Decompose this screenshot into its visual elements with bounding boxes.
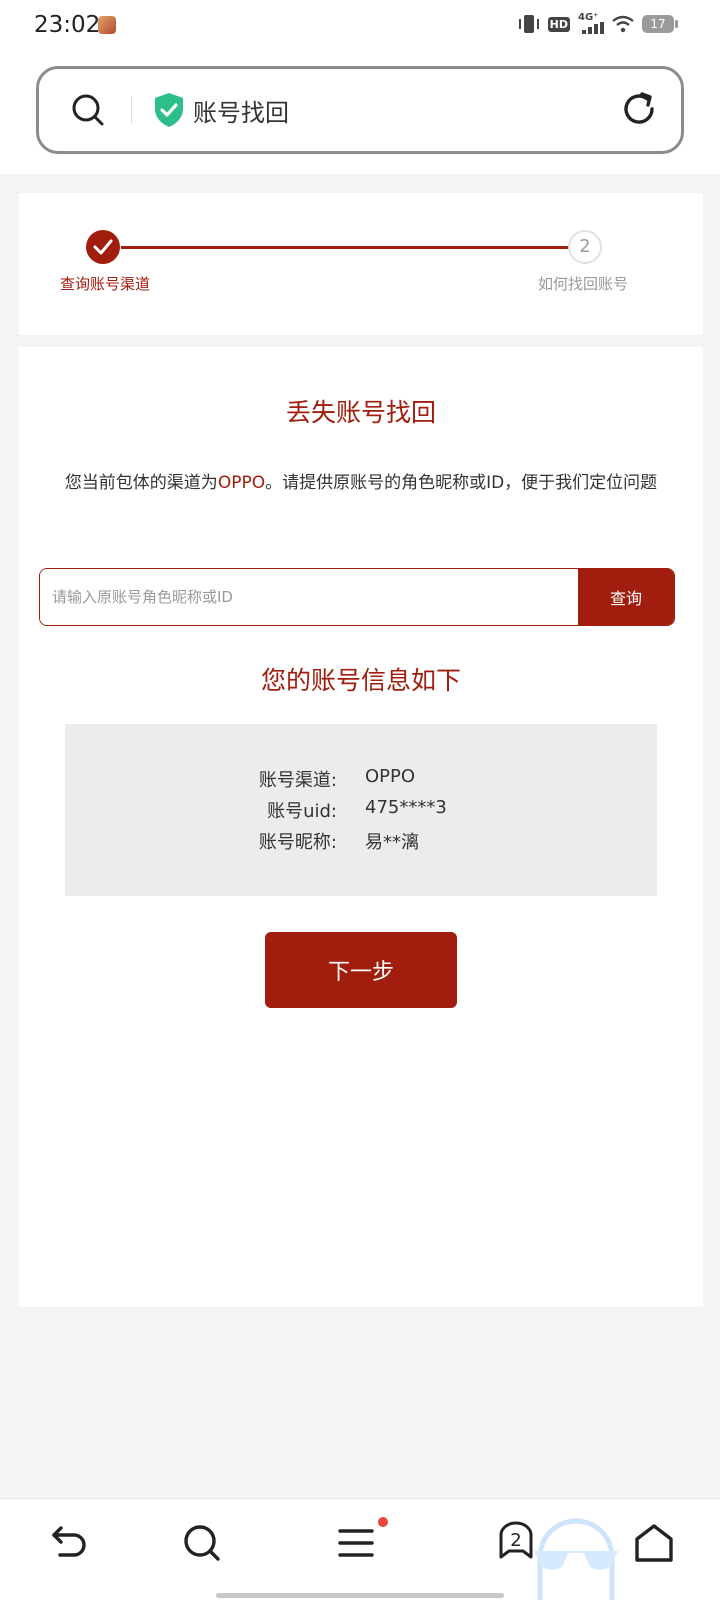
- top-area: 账号找回: [0, 52, 720, 174]
- home-icon[interactable]: [632, 1521, 676, 1565]
- menu-button[interactable]: [338, 1517, 388, 1565]
- back-icon[interactable]: [46, 1521, 90, 1565]
- check-icon: [93, 239, 113, 255]
- info-row: 账号昵称: 易**漓: [65, 828, 657, 853]
- desc-channel: OPPO: [217, 473, 266, 493]
- main-card: 丢失账号找回 您当前包体的渠道为OPPO。请提供原账号的角色昵称或ID，便于我们…: [19, 347, 703, 1307]
- info-value: OPPO: [365, 766, 416, 787]
- game-app-icon: [98, 16, 116, 34]
- wifi-icon: [612, 15, 634, 33]
- nickname-id-input[interactable]: [40, 569, 578, 625]
- address-divider: [131, 96, 132, 124]
- signal-icon: 4G⁺: [578, 12, 604, 34]
- page-title: 账号找回: [193, 99, 289, 127]
- channel-description: 您当前包体的渠道为OPPO。请提供原账号的角色昵称或ID，便于我们定位问题: [55, 472, 667, 494]
- battery-icon: 17: [642, 15, 678, 33]
- tabs-count: 2: [510, 1530, 522, 1551]
- query-button[interactable]: 查询: [578, 569, 674, 625]
- section-title-result: 您的账号信息如下: [260, 666, 461, 695]
- menu-icon: [338, 1529, 374, 1557]
- vibrate-icon: [518, 15, 539, 33]
- status-time: 23:02: [34, 12, 101, 38]
- info-value: 475****3: [365, 797, 447, 818]
- shield-check-icon: [155, 93, 183, 127]
- info-label: 账号uid:: [267, 801, 337, 822]
- section-title-recover: 丢失账号找回: [285, 398, 436, 427]
- address-bar[interactable]: 账号找回: [36, 66, 684, 154]
- query-form: 查询: [39, 568, 675, 626]
- step-1-indicator: [86, 230, 120, 264]
- bottom-nav: 2: [0, 1498, 720, 1600]
- mascot-icon: [534, 1518, 618, 1600]
- info-label: 账号渠道:: [258, 770, 337, 791]
- step-1-label: 查询账号渠道: [60, 275, 151, 293]
- steps-card: 2 查询账号渠道 如何找回账号: [19, 193, 703, 335]
- hd-icon: HD: [547, 16, 570, 32]
- step-2-indicator: 2: [568, 230, 602, 264]
- search-icon[interactable]: [71, 93, 105, 127]
- notification-dot: [378, 1517, 388, 1527]
- step-2-label: 如何找回账号: [538, 275, 629, 293]
- info-label: 账号昵称:: [258, 832, 337, 853]
- desc-prefix: 您当前包体的渠道为: [64, 473, 218, 493]
- status-icons: HD 4G⁺ 17: [518, 12, 678, 34]
- desc-suffix: 。请提供原账号的角色昵称或ID，便于我们定位问题: [265, 473, 658, 493]
- status-bar: 23:02 HD 4G⁺ 17: [0, 0, 720, 52]
- home-indicator: [216, 1593, 504, 1598]
- info-value: 易**漓: [365, 832, 419, 853]
- info-row: 账号渠道: OPPO: [65, 766, 657, 791]
- next-step-button[interactable]: 下一步: [265, 932, 457, 1008]
- info-row: 账号uid: 475****3: [65, 797, 657, 822]
- search-icon[interactable]: [180, 1521, 224, 1565]
- step-progress-line: [121, 246, 589, 249]
- account-info-box: 账号渠道: OPPO 账号uid: 475****3 账号昵称: 易**漓: [65, 724, 657, 896]
- refresh-icon[interactable]: [621, 91, 657, 127]
